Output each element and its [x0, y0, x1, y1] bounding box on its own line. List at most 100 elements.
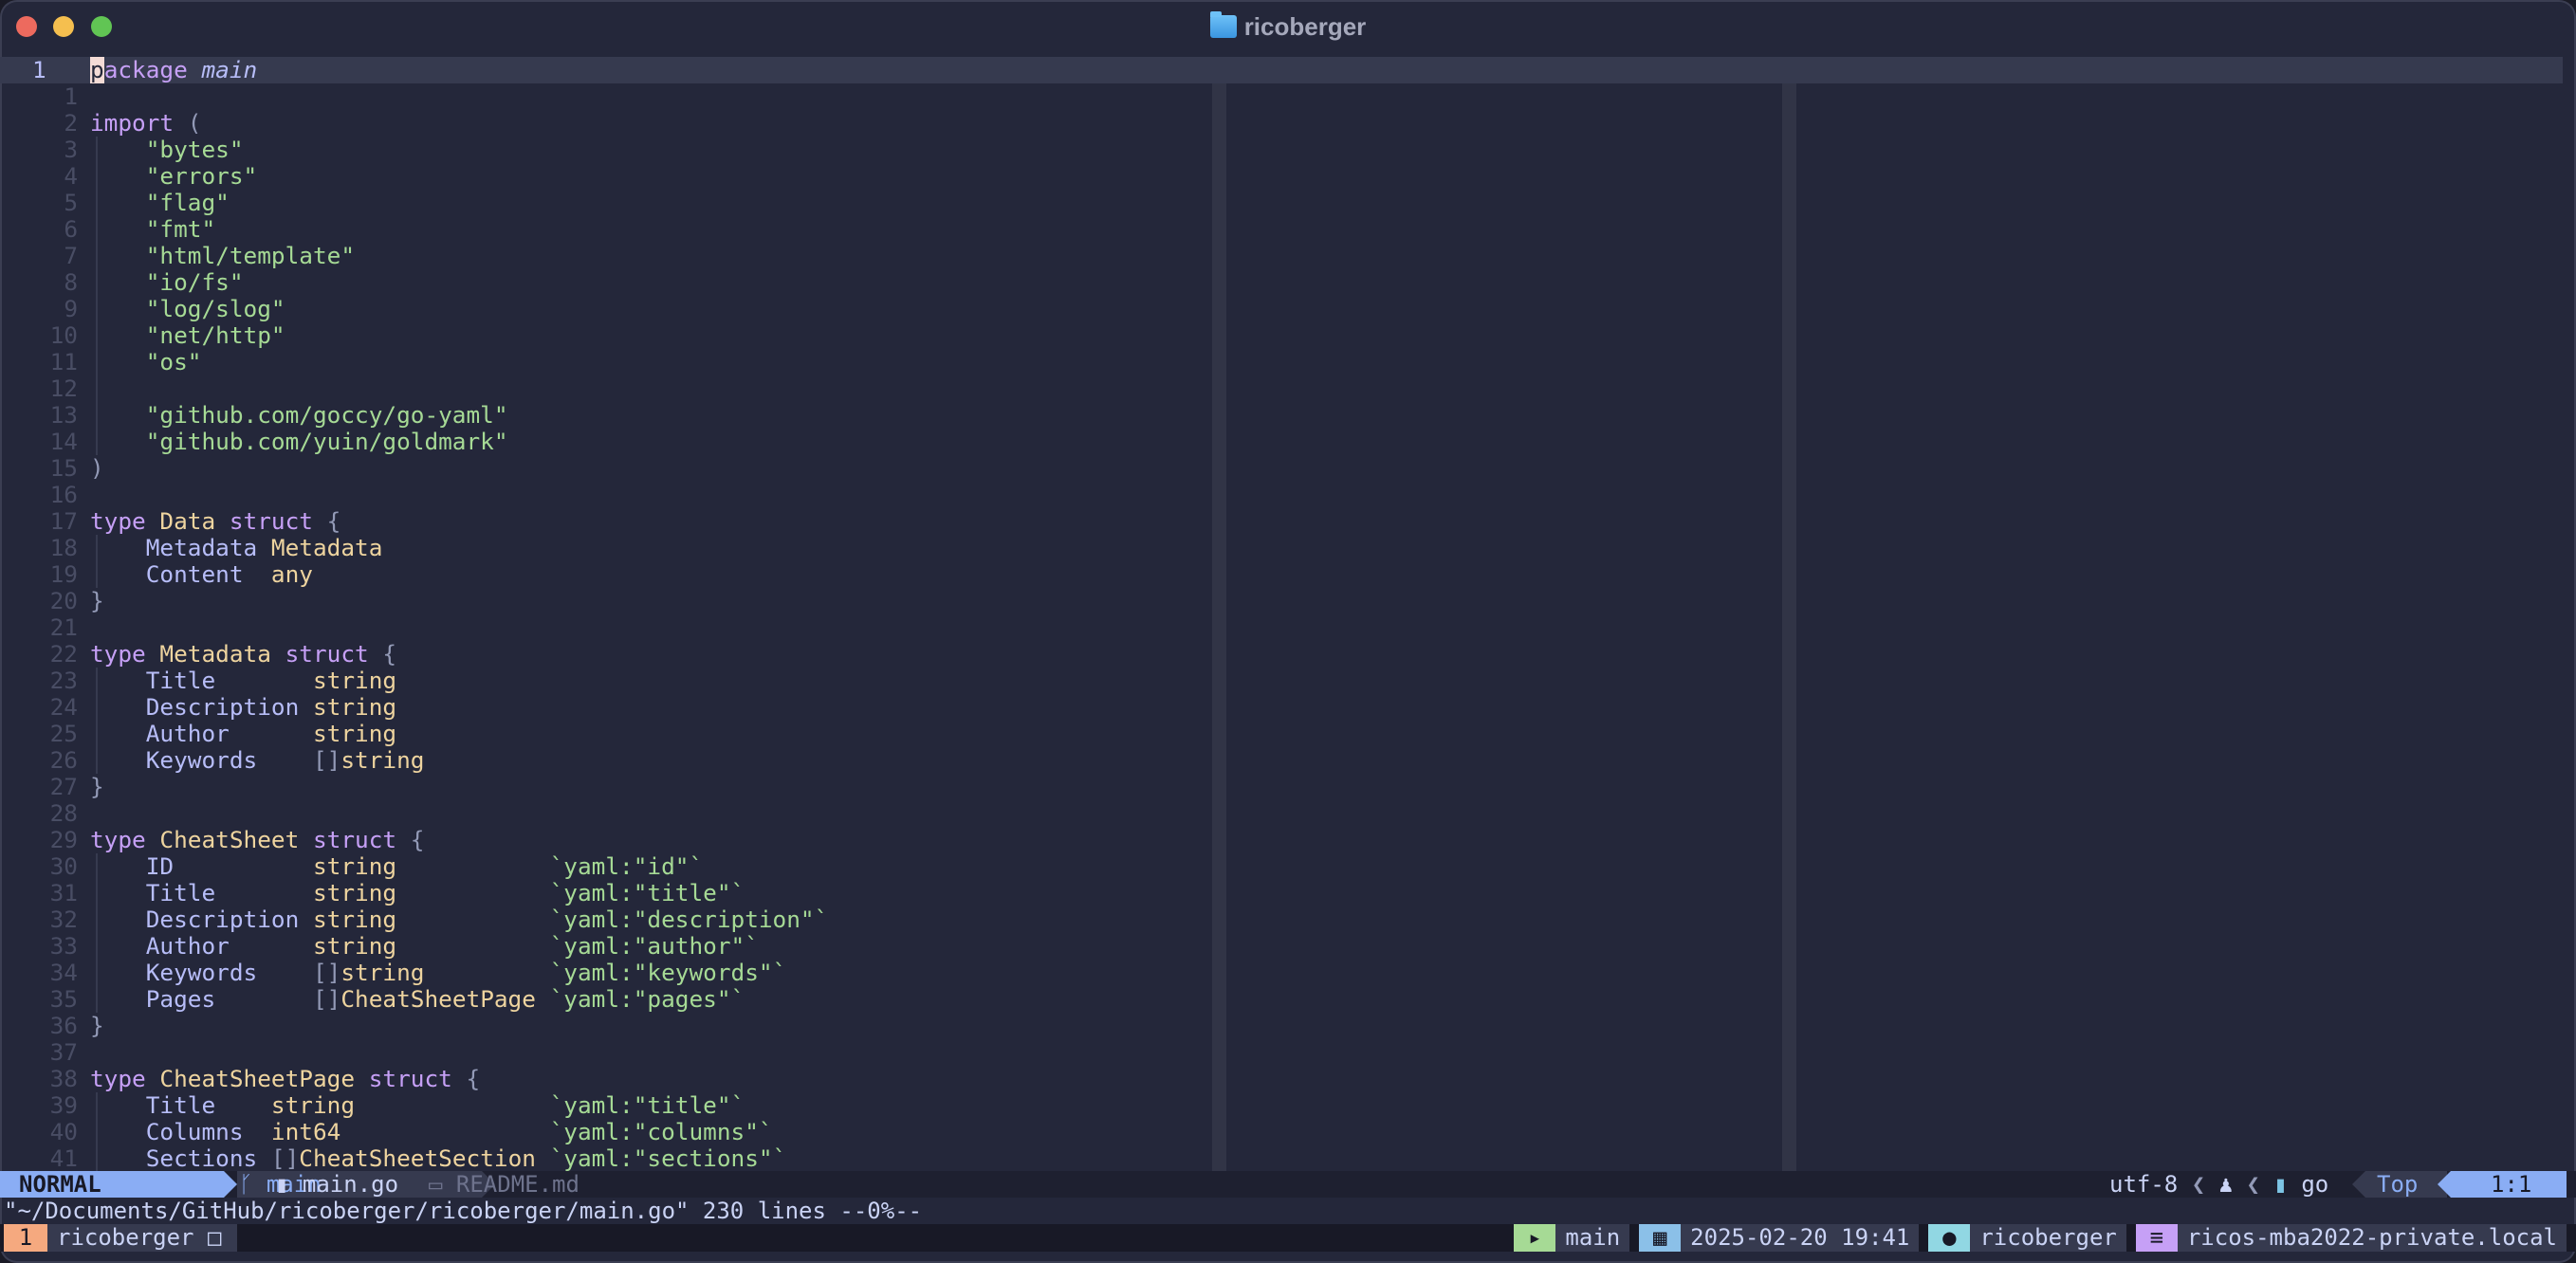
- code-line[interactable]: 38 type CheatSheetPage struct {: [0, 1066, 2563, 1092]
- code-line[interactable]: 37: [0, 1039, 2563, 1066]
- code-token: []: [312, 746, 341, 774]
- code-line-current[interactable]: 1 package main: [0, 57, 2563, 83]
- code-text: Keywords []string: [90, 746, 425, 774]
- code-line[interactable]: 12: [0, 375, 2563, 402]
- line-number: 28: [49, 799, 78, 827]
- code-token: string: [312, 932, 550, 960]
- code-token: "net/http": [145, 321, 285, 349]
- window-index: 1: [4, 1224, 47, 1252]
- code-line[interactable]: 31 Title string `yaml:"title"`: [0, 880, 2563, 906]
- code-line[interactable]: 23 Title string: [0, 668, 2563, 694]
- line-number: 34: [49, 959, 78, 986]
- code-token: main: [187, 57, 258, 83]
- editor-pane[interactable]: 1 package main 1 2 import (3 "bytes" 4 "error…: [0, 57, 2576, 1171]
- line-number: 2: [64, 109, 78, 137]
- code-line[interactable]: 1: [0, 83, 2563, 110]
- code-line[interactable]: 8 "io/fs": [0, 269, 2563, 296]
- code-line[interactable]: 22 type Metadata struct {: [0, 641, 2563, 668]
- code-line[interactable]: 5 "flag": [0, 190, 2563, 216]
- code-text: Content any: [90, 561, 313, 588]
- code-line[interactable]: 7 "html/template": [0, 243, 2563, 269]
- code-line[interactable]: 16: [0, 482, 2563, 508]
- code-line[interactable]: 18 Metadata Metadata: [0, 535, 2563, 561]
- tmux-status-terminal: ▸ main: [1514, 1224, 1630, 1252]
- code-token: "github.com/yuin/goldmark": [145, 428, 508, 455]
- line-number: 13: [49, 401, 78, 429]
- code-line[interactable]: 26 Keywords []string: [0, 747, 2563, 774]
- code-line[interactable]: 2 import (: [0, 110, 2563, 137]
- tmux-status-text: 2025-02-20 19:41: [1681, 1224, 1920, 1252]
- markdown-file-icon: ▭: [429, 1171, 456, 1198]
- title-bar: ricoberger: [0, 0, 2576, 57]
- code-token: "os": [145, 348, 202, 375]
- code-token: Data: [145, 507, 216, 535]
- tmux-status-right: ▸ main ▦ 2025-02-20 19:41 ● ricoberger ≡ ricos-…: [1504, 1224, 2567, 1252]
- code-token: string: [340, 746, 425, 774]
- code-line[interactable]: 3 "bytes": [0, 137, 2563, 163]
- code-line[interactable]: 17 type Data struct {: [0, 508, 2563, 535]
- code-line[interactable]: 35 Pages []CheatSheetPage `yaml:"pages"`: [0, 986, 2563, 1013]
- code-text: Pages []CheatSheetPage `yaml:"pages"`: [90, 986, 745, 1013]
- line-number: 32: [49, 906, 78, 933]
- code-text: "log/slog": [90, 296, 285, 322]
- code-text: type CheatSheet struct {: [90, 827, 424, 853]
- code-line[interactable]: 27}: [0, 774, 2563, 800]
- code-line[interactable]: 33 Author string `yaml:"author"`: [0, 933, 2563, 960]
- code-line[interactable]: 14 "github.com/yuin/goldmark": [0, 429, 2563, 455]
- code-token: "html/template": [145, 242, 356, 269]
- code-token: string: [270, 1091, 550, 1119]
- code-line[interactable]: 34 Keywords []string `yaml:"keywords"`: [0, 960, 2563, 986]
- code-line[interactable]: 39 Title string `yaml:"title"`: [0, 1092, 2563, 1119]
- buffer-tab-readme[interactable]: ▭ README.md: [429, 1171, 580, 1198]
- code-line[interactable]: 30 ID string `yaml:"id"`: [0, 853, 2563, 880]
- code-line[interactable]: 32 Description string `yaml:"description…: [0, 906, 2563, 933]
- code-line[interactable]: 15): [0, 455, 2563, 482]
- code-line[interactable]: 10 "net/http": [0, 322, 2563, 349]
- buffer-name: README.md: [455, 1171, 580, 1198]
- code-line[interactable]: 4 "errors": [0, 163, 2563, 190]
- code-line[interactable]: 28: [0, 800, 2563, 827]
- line-number: 20: [49, 587, 78, 614]
- code-token: Pages: [145, 985, 313, 1013]
- code-text: Title string: [90, 668, 396, 694]
- code-token: type: [90, 1065, 146, 1092]
- line-number: 40: [49, 1118, 78, 1145]
- code-line[interactable]: 6 "fmt": [0, 216, 2563, 243]
- code-line[interactable]: 11 "os": [0, 349, 2563, 375]
- code-token: CheatSheet: [145, 826, 300, 853]
- code-line[interactable]: 9 "log/slog": [0, 296, 2563, 322]
- code-token: CheatSheetSection: [299, 1144, 550, 1172]
- tmux-status-server: ≡ ricos-mba2022-private.local: [2135, 1224, 2567, 1252]
- tmux-status-text: ricos-mba2022-private.local: [2177, 1224, 2567, 1252]
- code-text: type CheatSheetPage struct {: [90, 1066, 480, 1092]
- code-token: ID: [145, 852, 313, 880]
- code-line[interactable]: 20}: [0, 588, 2563, 614]
- code-line[interactable]: 29 type CheatSheet struct {: [0, 827, 2563, 853]
- code-line[interactable]: 36}: [0, 1013, 2563, 1039]
- code-line[interactable]: 21: [0, 614, 2563, 641]
- command-line[interactable]: "~/Documents/GitHub/ricoberger/ricoberge…: [0, 1198, 2576, 1224]
- code-text: Columns int64 `yaml:"columns"`: [90, 1119, 773, 1145]
- code-text: "os": [90, 349, 202, 375]
- code-token: {: [396, 826, 425, 853]
- code-line[interactable]: 13 "github.com/goccy/go-yaml": [0, 402, 2563, 429]
- code-token: `yaml:"keywords"`: [549, 959, 787, 986]
- code-line[interactable]: 24 Description string: [0, 694, 2563, 721]
- code-line[interactable]: 25 Author string: [0, 721, 2563, 747]
- code-line[interactable]: 41 Sections []CheatSheetSection `yaml:"s…: [0, 1145, 2563, 1171]
- code-token: int64: [270, 1118, 550, 1145]
- code-token: Author: [145, 720, 313, 747]
- code-line[interactable]: 19 Content any: [0, 561, 2563, 588]
- code-line[interactable]: 40 Columns int64 `yaml:"columns"`: [0, 1119, 2563, 1145]
- indent-guide: [96, 375, 98, 402]
- tmux-window-1[interactable]: 1 ricoberger □: [4, 1224, 237, 1252]
- code-token: `yaml:"author"`: [549, 932, 759, 960]
- buffer-tab-main-go[interactable]: ▮ main.go: [275, 1171, 398, 1198]
- code-text: type Metadata struct {: [90, 641, 396, 668]
